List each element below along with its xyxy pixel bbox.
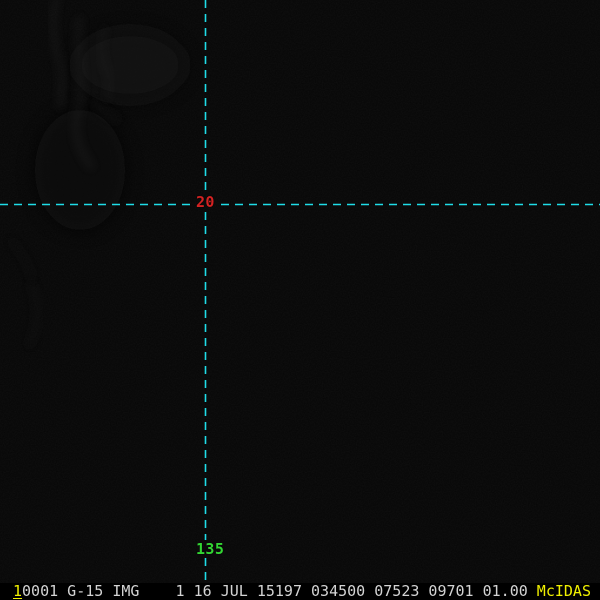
image-canvas[interactable] [0, 0, 600, 600]
frame-number: 1 [13, 582, 23, 600]
status-info-text: 0001 G-15 IMG 1 16 JUL 15197 034500 0752… [22, 582, 537, 600]
latitude-line-label: 20 [196, 193, 215, 211]
status-bar: 10001 G-15 IMG 1 16 JUL 15197 034500 075… [0, 583, 600, 600]
longitude-line-label: 135 [196, 540, 225, 558]
mcidas-brand-label: McIDAS [536, 582, 591, 600]
mcidas-window: 20 135 10001 G-15 IMG 1 16 JUL 15197 034… [0, 0, 600, 600]
